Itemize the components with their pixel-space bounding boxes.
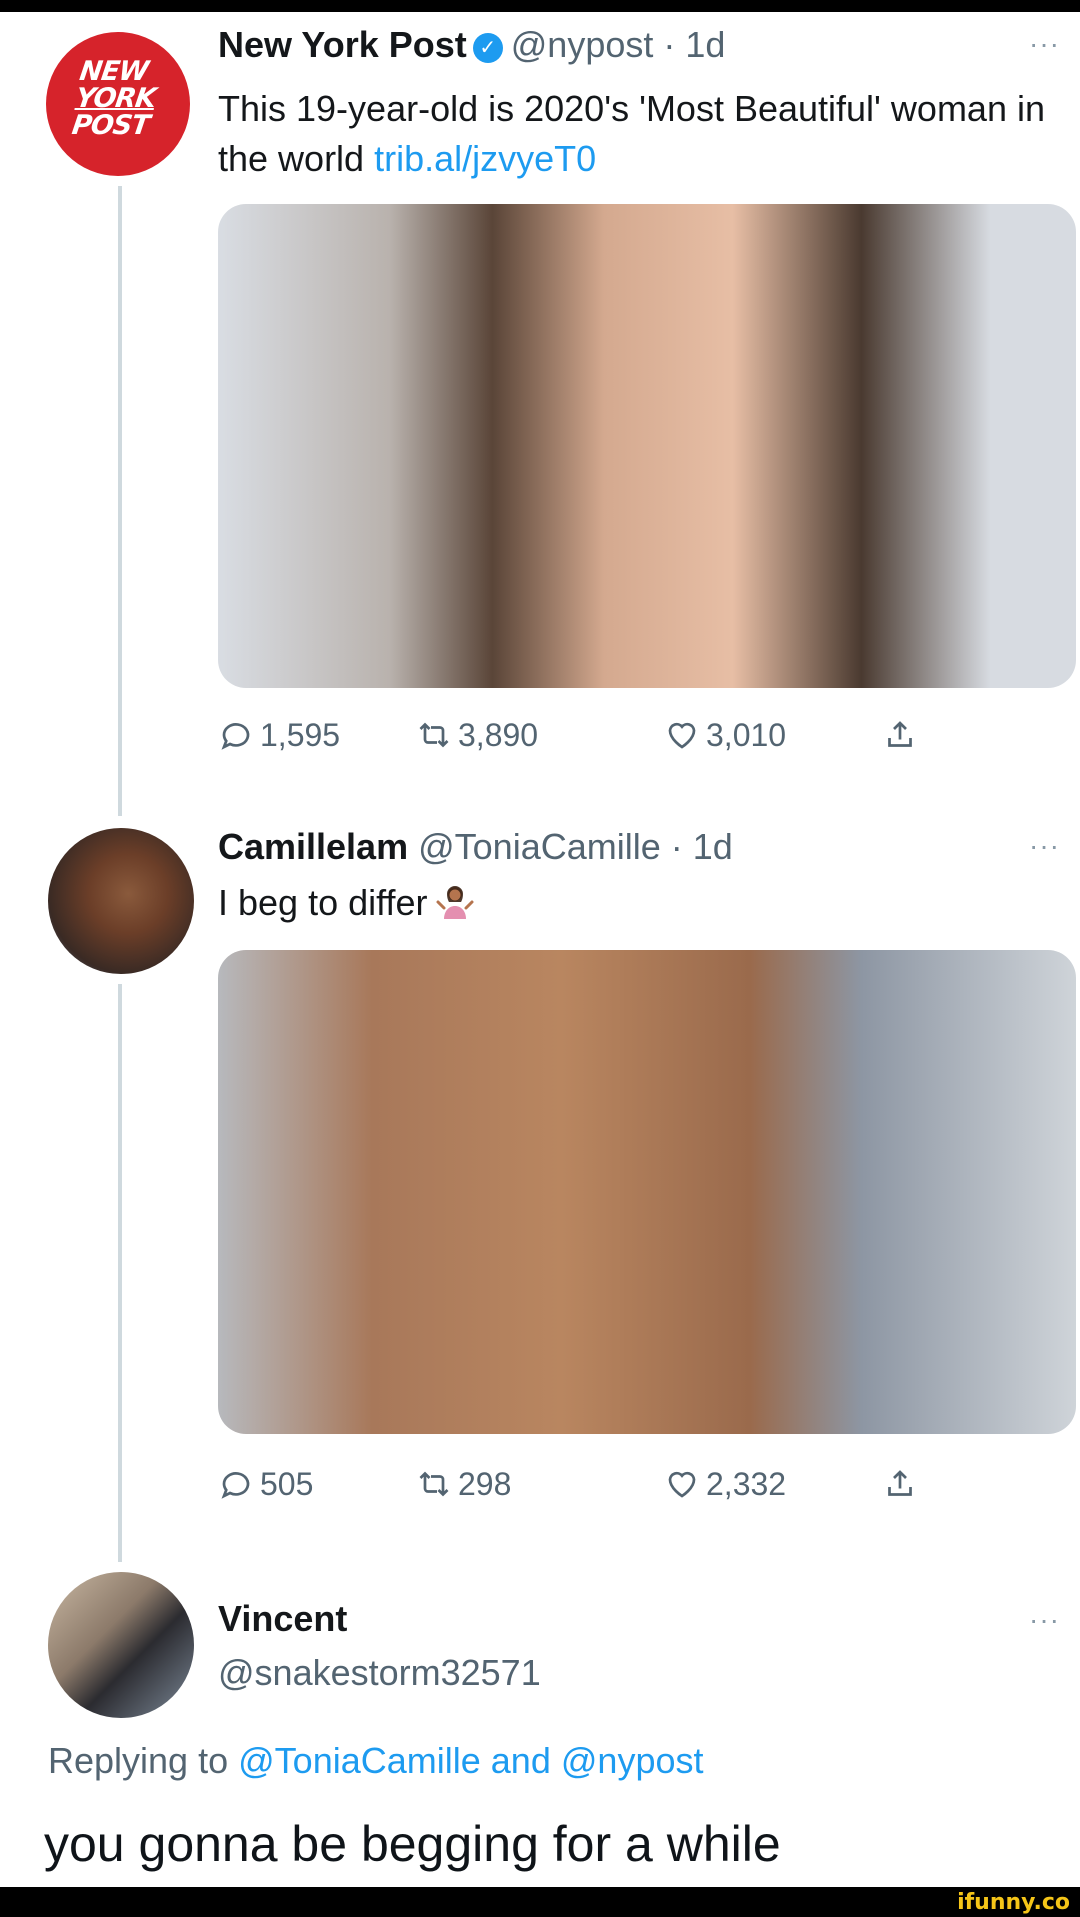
nypost-avatar[interactable]: NEW YORK POST [46,32,190,176]
like-count: 2,332 [706,1465,787,1502]
like-count: 3,010 [706,716,787,753]
tweet-header: Vincent [218,1598,347,1640]
share-button[interactable] [882,713,924,757]
retweet-count: 298 [458,1465,512,1502]
nypost-logo: NEW YORK POST [70,56,158,141]
retweet-icon [419,722,449,748]
replying-to: Replying to @ToniaCamille and @nypost [48,1740,704,1781]
reply-icon [221,723,250,750]
tweet-text: you gonna be begging for a while [44,1816,781,1872]
vincent-avatar[interactable] [48,1572,194,1718]
person-shrugging-emoji [436,886,474,919]
reply-count: 505 [260,1465,314,1502]
like-button[interactable]: 2,332 [664,1462,786,1506]
tweet-photo[interactable] [218,204,1076,688]
more-icon[interactable]: ··· [1029,28,1060,60]
tweet-handle-line: @snakestorm32571 [218,1652,541,1694]
tweet-photo[interactable] [218,950,1076,1434]
display-name[interactable]: New York Post [218,24,467,65]
display-name[interactable]: Camillelam [218,826,408,867]
top-edge-bar [0,0,1080,12]
mention-link[interactable]: @ToniaCamille [238,1740,481,1781]
like-icon [668,722,696,749]
handle[interactable]: @snakestorm32571 [218,1652,541,1693]
display-name[interactable]: Vincent [218,1598,347,1639]
thread-line [118,984,122,1562]
retweet-icon [419,1471,449,1497]
share-icon [888,721,912,747]
reply-icon [221,1472,250,1499]
handle-and-time[interactable]: @nypost · 1d [511,24,726,65]
retweet-count: 3,890 [458,716,539,753]
tweet-text: This 19-year-old is 2020's 'Most Beautif… [218,88,1045,179]
reply-button[interactable]: 505 [218,1462,313,1506]
tweet-text: I beg to differ [218,878,475,928]
reply-count: 1,595 [260,716,341,753]
more-icon[interactable]: ··· [1029,1604,1060,1636]
thread-line [118,186,122,816]
bottom-edge-bar [0,1887,1080,1917]
like-icon [668,1471,696,1498]
handle-and-time[interactable]: @ToniaCamille · 1d [418,826,733,867]
retweet-button[interactable]: 298 [416,1462,511,1506]
camillelam-avatar[interactable] [48,828,194,974]
tweet-link[interactable]: trib.al/jzvyeT0 [374,138,596,179]
tweet-actions: 1,595 3,890 3,010 [218,713,938,757]
like-button[interactable]: 3,010 [664,713,786,757]
mention-link[interactable]: @nypost [561,1740,704,1781]
more-icon[interactable]: ··· [1029,830,1060,862]
share-button[interactable] [882,1462,924,1506]
retweet-button[interactable]: 3,890 [416,713,538,757]
tweet-actions: 505 298 2,332 [218,1462,938,1506]
watermark: ifunny.co [957,1890,1070,1915]
tweet-header: Camillelam @ToniaCamille · 1d [218,826,733,868]
verified-badge-icon: ✓ [472,33,503,63]
share-icon [888,1470,912,1496]
reply-button[interactable]: 1,595 [218,713,340,757]
tweet-header: New York Post ✓ @nypost · 1d [218,24,725,66]
